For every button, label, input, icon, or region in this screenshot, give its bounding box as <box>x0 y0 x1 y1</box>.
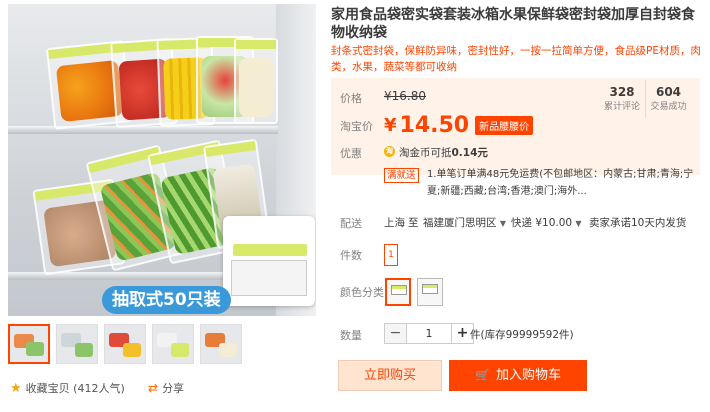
quantity-input[interactable]: 1 <box>407 323 451 344</box>
product-box-illustration <box>223 216 315 306</box>
quantity-stepper: − 1 + <box>384 323 474 344</box>
promo-tag-badge: 满就送 <box>384 168 419 183</box>
promo-label: 优惠 <box>340 147 362 160</box>
stock-info: 件(库存99999592件) <box>470 329 574 341</box>
orig-price-label: 价格 <box>340 92 362 105</box>
favorite-button[interactable]: ★ 收藏宝贝 (412人气) <box>10 380 125 396</box>
currency-symbol: ¥ <box>384 115 397 136</box>
shipping-label: 配送 <box>340 217 362 230</box>
taobao-price-label: 淘宝价 <box>340 120 373 133</box>
image-promo-banner: 抽取式50只装 <box>102 286 231 314</box>
taobao-price: ¥ 14.50 新品腰腰价 <box>384 113 534 138</box>
thumbnail[interactable] <box>8 324 50 364</box>
cart-icon: 🛒 <box>475 368 490 382</box>
stat-value: 604 <box>655 85 682 99</box>
thumbnail[interactable] <box>104 324 146 364</box>
color-option-row: 颜色分类 <box>331 278 700 310</box>
thumbnail[interactable] <box>200 324 242 364</box>
fridge-shelf-top <box>8 126 278 134</box>
quantity-row: 数量 − 1 + 件(库存99999592件) <box>331 323 700 347</box>
thumbnail[interactable] <box>152 324 194 364</box>
main-product-image[interactable]: 抽取式50只装 <box>8 4 316 316</box>
taobao-coin-icon: 淘 <box>384 146 395 157</box>
chevron-down-icon: ▼ <box>575 219 582 228</box>
coin-offer-amount: 0.14元 <box>451 147 488 159</box>
chevron-down-icon: ▼ <box>499 219 506 228</box>
sales-stats: 328 累计评论 604 交易成功 <box>599 80 691 118</box>
promotion-section: 优惠 淘 淘金币可抵0.14元 满就送 1.单笔订单满48元免运费(不包邮地区：… <box>331 143 700 207</box>
product-subtitle: 封条式密封袋，保鲜防异味，密封性好，一按一拉简单方便，食品级PE材质，肉类，水果… <box>331 45 701 73</box>
ship-method-select[interactable]: 快递 ¥10.00 ▼ <box>511 215 582 230</box>
ship-from: 上海 <box>384 217 405 229</box>
ship-promise: 卖家承诺10天内发货 <box>589 217 687 229</box>
add-to-cart-button[interactable]: 🛒 加入购物车 <box>449 360 587 391</box>
taobao-price-value: 14.50 <box>399 113 470 138</box>
favorite-label: 收藏宝贝 (412人气) <box>25 382 125 395</box>
ship-destination-select[interactable]: 福建厦门思明区 ▼ <box>423 215 506 230</box>
stat-transactions: 604 交易成功 <box>645 80 691 118</box>
thumbnail[interactable] <box>56 324 98 364</box>
count-label: 件数 <box>340 249 362 262</box>
original-price: ¥16.80 <box>384 89 426 103</box>
bag-garlic <box>234 38 278 124</box>
stat-reviews[interactable]: 328 累计评论 <box>599 80 645 118</box>
free-shipping-text: 1.单笔订单满48元免运费(不包邮地区：内蒙古;甘肃;青海;宁夏;新疆;西藏;台… <box>427 169 694 197</box>
stat-label: 交易成功 <box>650 102 687 112</box>
shipping-row: 配送 上海 至 福建厦门思明区 ▼ 快递 ¥10.00 ▼ 卖家承诺10天内发货 <box>331 213 703 233</box>
star-icon: ★ <box>10 380 22 396</box>
coin-offer-text: 淘金币可抵 <box>399 147 452 159</box>
thumbnail-strip <box>8 324 242 364</box>
decrement-button[interactable]: − <box>384 323 407 344</box>
quantity-label: 数量 <box>340 329 362 342</box>
share-icon: ⇄ <box>148 381 159 395</box>
color-label: 颜色分类 <box>340 286 384 299</box>
coin-offer: 淘金币可抵0.14元 <box>399 145 488 160</box>
buy-now-button[interactable]: 立即购买 <box>338 360 442 391</box>
ship-destination: 福建厦门思明区 <box>423 217 497 229</box>
share-button[interactable]: ⇄ 分享 <box>148 380 184 396</box>
stat-value: 328 <box>609 85 635 99</box>
ship-to-label: 至 <box>408 217 419 229</box>
color-swatch[interactable] <box>417 278 443 306</box>
product-title: 家用食品袋密实袋套装冰箱水果保鲜袋密封袋加厚自封袋食物收纳袋 <box>331 7 695 41</box>
count-option[interactable]: 1 <box>384 244 398 266</box>
count-option-row: 件数 1 <box>331 243 700 267</box>
ship-method: 快递 ¥10.00 <box>511 217 573 229</box>
color-swatch[interactable] <box>385 278 411 306</box>
share-label: 分享 <box>162 382 185 395</box>
add-to-cart-label: 加入购物车 <box>495 368 561 383</box>
stat-label: 累计评论 <box>603 102 640 112</box>
price-tag-badge: 新品腰腰价 <box>475 116 534 135</box>
